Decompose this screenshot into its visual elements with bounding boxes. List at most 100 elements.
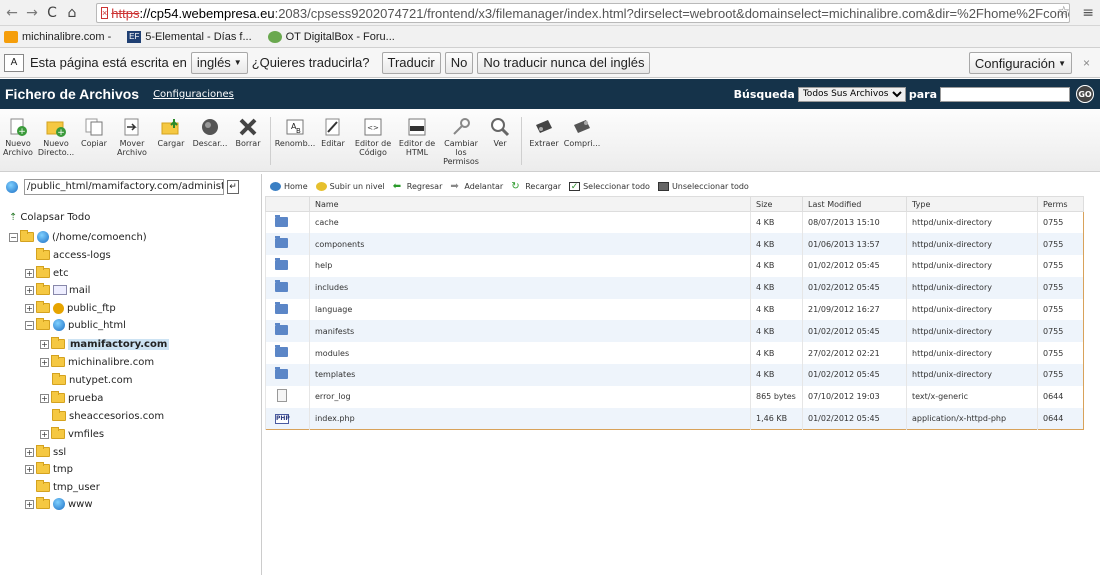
tree-item[interactable]: + tmp bbox=[25, 461, 73, 477]
tree-item[interactable]: nutypet.com bbox=[52, 372, 132, 388]
collapse-all-link[interactable]: ⇡ Colapsar Todo bbox=[9, 209, 90, 225]
html-editor-button[interactable]: Editor de HTML bbox=[398, 117, 436, 157]
expand-toggle[interactable]: + bbox=[25, 285, 34, 295]
bookmark-item[interactable]: EF 5-Elemental - Días f... bbox=[123, 30, 252, 43]
expand-toggle[interactable]: + bbox=[25, 499, 34, 509]
tree-item[interactable]: + www bbox=[25, 496, 93, 512]
up-level-button[interactable]: Subir un nivel bbox=[315, 181, 385, 191]
new-file-button[interactable]: + Nuevo Archivo bbox=[3, 117, 33, 157]
tree-item-selected[interactable]: + mamifactory.com bbox=[40, 336, 170, 352]
new-folder-button[interactable]: + Nuevo Directo... bbox=[38, 117, 74, 157]
never-translate-button[interactable]: No traducir nunca del inglés bbox=[477, 51, 651, 74]
unselect-all-button[interactable]: Unseleccionar todo bbox=[657, 181, 749, 191]
file-name[interactable]: index.php bbox=[309, 407, 751, 430]
table-row[interactable]: includes 4 KB 01/02/2012 05:45 httpd/unix-d… bbox=[265, 276, 1084, 299]
translate-config-button[interactable]: Configuración ▼ bbox=[968, 52, 1072, 74]
type-column-header[interactable]: Type bbox=[906, 196, 1038, 212]
tree-item[interactable]: access-logs bbox=[36, 247, 111, 263]
tree-item[interactable]: + ssl bbox=[25, 444, 66, 460]
expand-toggle[interactable]: + bbox=[25, 447, 34, 457]
file-name[interactable]: includes bbox=[309, 276, 751, 299]
table-row[interactable]: cache 4 KB 08/07/2013 15:10 httpd/unix-dire… bbox=[265, 211, 1084, 234]
table-row[interactable]: manifests 4 KB 01/02/2012 05:45 httpd/unix-… bbox=[265, 320, 1084, 343]
back-button[interactable]: ⬅ Regresar bbox=[393, 181, 443, 191]
tree-item[interactable]: + michinalibre.com bbox=[40, 354, 154, 370]
tree-item[interactable]: + prueba bbox=[40, 390, 103, 406]
home-button[interactable]: Home bbox=[270, 181, 308, 191]
forward-arrow-icon[interactable]: → bbox=[24, 5, 40, 21]
file-name[interactable]: manifests bbox=[309, 320, 751, 343]
download-button[interactable]: Descar... bbox=[193, 117, 227, 148]
collapse-toggle[interactable]: − bbox=[25, 320, 34, 330]
expand-toggle[interactable]: + bbox=[40, 429, 49, 439]
move-button[interactable]: Mover Archivo bbox=[115, 117, 149, 157]
back-arrow-icon[interactable]: ← bbox=[4, 5, 20, 21]
go-button[interactable]: GO bbox=[1076, 85, 1094, 103]
path-input[interactable]: /public_html/mamifactory.com/administr bbox=[24, 179, 224, 195]
copy-button[interactable]: Copiar bbox=[79, 117, 109, 148]
no-button[interactable]: No bbox=[444, 51, 474, 74]
table-row[interactable]: templates 4 KB 01/02/2012 05:45 httpd/unix-… bbox=[265, 364, 1084, 386]
tree-item[interactable]: − public_html bbox=[25, 317, 126, 333]
name-column-header[interactable]: Name bbox=[309, 196, 751, 212]
file-name[interactable]: error_log bbox=[309, 385, 751, 408]
tree-item[interactable]: tmp_user bbox=[36, 479, 100, 495]
search-input[interactable] bbox=[940, 86, 1070, 102]
file-name[interactable]: modules bbox=[309, 342, 751, 365]
translate-button[interactable]: Traducir bbox=[381, 51, 441, 74]
settings-link[interactable]: Configuraciones bbox=[153, 89, 234, 100]
select-all-button[interactable]: ✓ Seleccionar todo bbox=[569, 181, 650, 191]
file-name[interactable]: cache bbox=[309, 211, 751, 234]
table-row[interactable]: help 4 KB 01/02/2012 05:45 httpd/unix-direc… bbox=[265, 255, 1084, 277]
expand-toggle[interactable]: + bbox=[40, 339, 49, 349]
forward-button[interactable]: ➡ Adelantar bbox=[450, 181, 503, 191]
file-name[interactable]: templates bbox=[309, 364, 751, 386]
close-icon[interactable]: × bbox=[1083, 56, 1090, 70]
home-icon[interactable]: ⌂ bbox=[64, 5, 80, 21]
compress-button[interactable]: Compri... bbox=[564, 117, 600, 148]
collapse-toggle[interactable]: − bbox=[9, 232, 18, 242]
expand-toggle[interactable]: + bbox=[40, 357, 49, 367]
tool-label: Ver bbox=[493, 139, 507, 148]
bookmark-item[interactable]: OT DigitalBox - Foru... bbox=[264, 30, 395, 43]
view-button[interactable]: Ver bbox=[486, 117, 514, 148]
permissions-button[interactable]: Cambiar los Permisos bbox=[442, 117, 480, 166]
file-name[interactable]: language bbox=[309, 298, 751, 321]
tree-item[interactable]: + mail bbox=[25, 282, 90, 298]
url-field[interactable]: × https://cp54.webempresa.eu:2083/cpsess… bbox=[96, 3, 1070, 23]
tree-item[interactable]: + vmfiles bbox=[40, 426, 104, 442]
search-scope-select[interactable]: Todos Sus Archivos bbox=[797, 86, 906, 102]
edit-button[interactable]: Editar bbox=[318, 117, 348, 148]
tree-item[interactable]: + etc bbox=[25, 265, 69, 281]
table-row[interactable]: modules 4 KB 27/02/2012 02:21 httpd/unix-di… bbox=[265, 342, 1084, 365]
reload-button[interactable]: ↻ Recargar bbox=[511, 181, 561, 191]
rename-button[interactable]: A B Renomb... bbox=[275, 117, 315, 148]
delete-button[interactable]: Borrar bbox=[233, 117, 263, 148]
code-editor-button[interactable]: <> Editor de Código bbox=[354, 117, 392, 157]
table-row[interactable]: components 4 KB 01/06/2013 13:57 httpd/unix… bbox=[265, 233, 1084, 256]
expand-toggle[interactable]: + bbox=[25, 303, 34, 313]
insecure-warning-icon[interactable]: × bbox=[101, 7, 109, 19]
file-name[interactable]: help bbox=[309, 255, 751, 277]
star-icon[interactable]: ☆ bbox=[1057, 4, 1070, 20]
table-row[interactable]: error_log 865 bytes 07/10/2012 19:03 text/x… bbox=[265, 385, 1084, 408]
reload-icon[interactable]: C bbox=[44, 5, 60, 21]
extract-button[interactable]: Extraer bbox=[529, 117, 559, 148]
file-name[interactable]: components bbox=[309, 233, 751, 256]
expand-toggle[interactable]: + bbox=[40, 393, 49, 403]
upload-button[interactable]: Cargar bbox=[155, 117, 187, 148]
expand-toggle[interactable]: + bbox=[25, 464, 34, 474]
tree-root[interactable]: − (/home/comoench) bbox=[9, 229, 147, 245]
bookmark-item[interactable]: michinalibre.com - bbox=[0, 30, 111, 43]
modified-column-header[interactable]: Last Modified bbox=[802, 196, 907, 212]
path-go-button[interactable]: ↵ bbox=[227, 180, 239, 194]
tree-item[interactable]: sheaccesorios.com bbox=[52, 408, 164, 424]
language-select[interactable]: inglés ▼ bbox=[190, 51, 248, 74]
expand-toggle[interactable]: + bbox=[25, 268, 34, 278]
perms-column-header[interactable]: Perms bbox=[1037, 196, 1084, 212]
browser-menu-icon[interactable]: ≡ bbox=[1082, 5, 1094, 21]
size-column-header[interactable]: Size bbox=[750, 196, 803, 212]
table-row[interactable]: language 4 KB 21/09/2012 16:27 httpd/unix-d… bbox=[265, 298, 1084, 321]
tree-item[interactable]: + public_ftp bbox=[25, 300, 116, 316]
table-row[interactable]: PHP index.php 1,46 KB 01/02/2012 05:45 appli… bbox=[265, 407, 1084, 430]
